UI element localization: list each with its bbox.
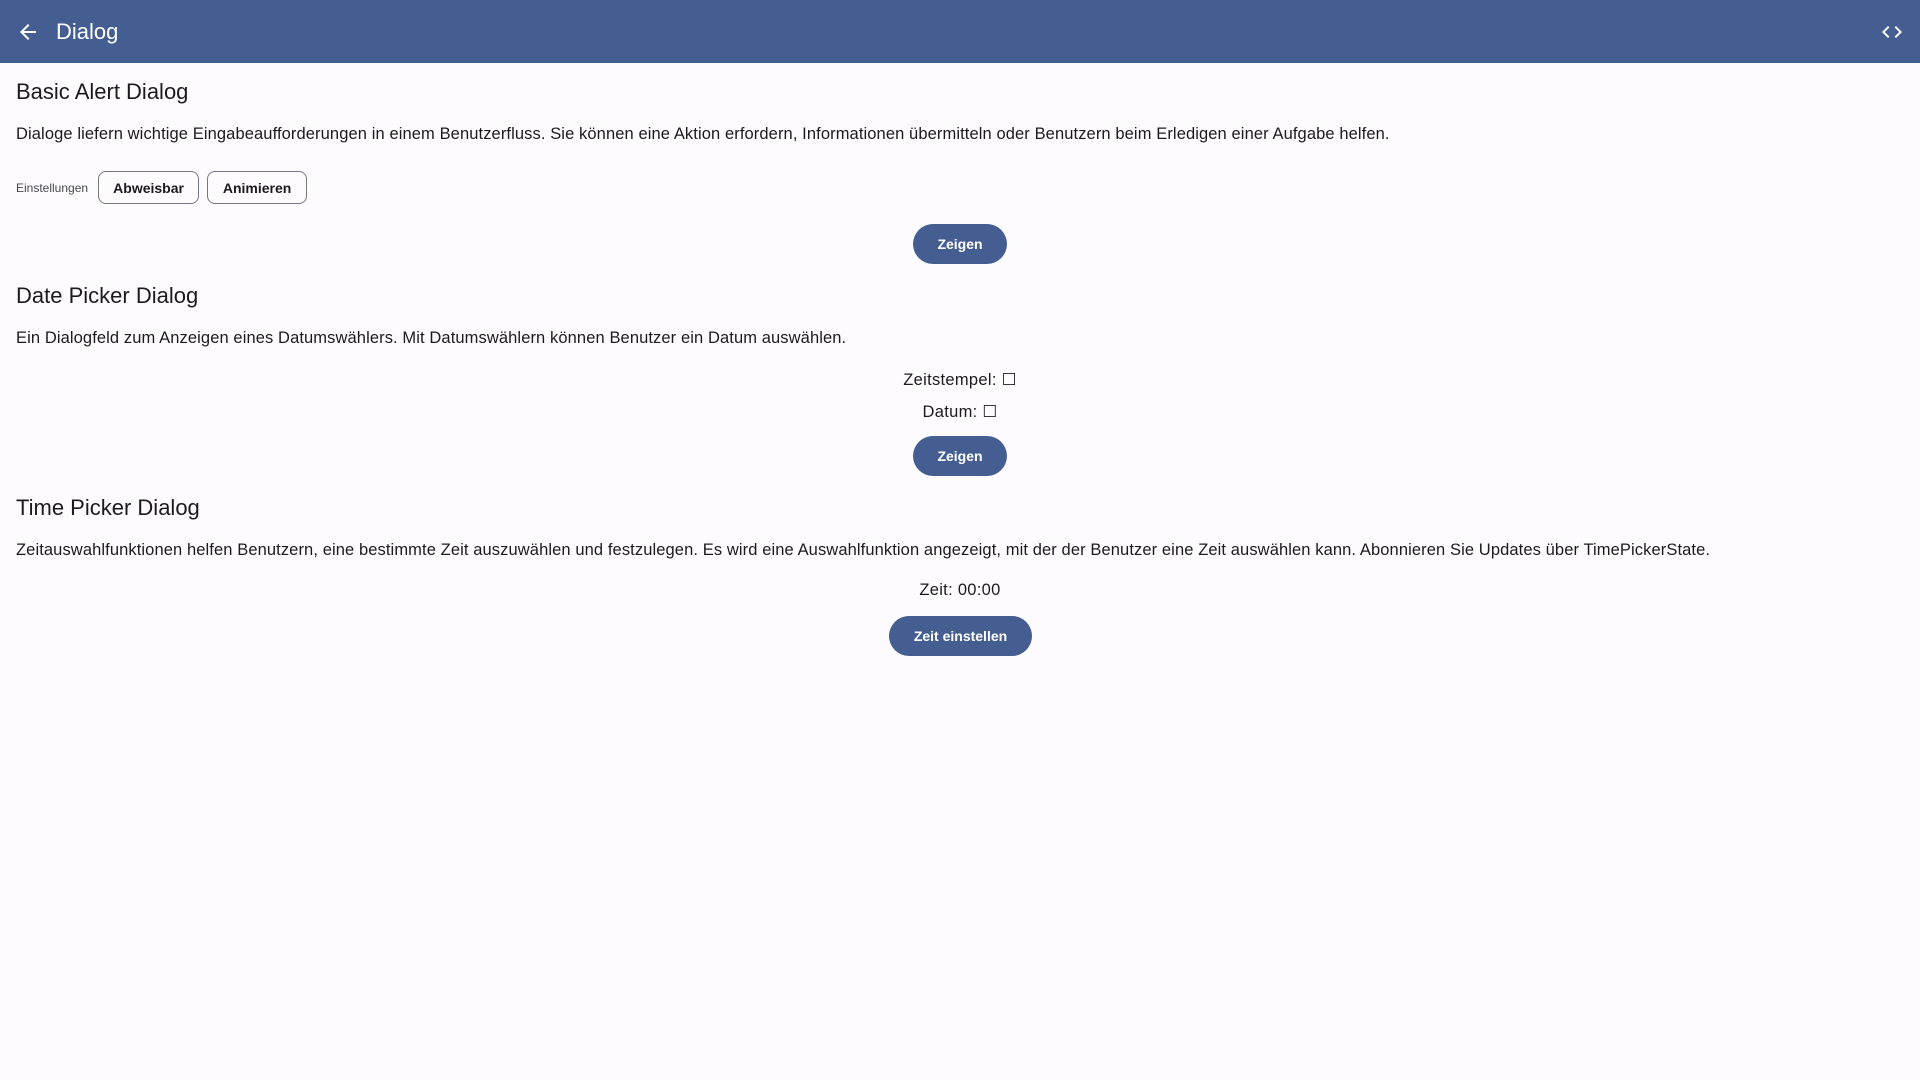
code-icon: [1882, 26, 1902, 38]
settings-row: Einstellungen Abweisbar Animieren: [16, 171, 315, 204]
timestamp-value: Zeitstempel: ☐: [903, 371, 1017, 389]
show-basic-alert-button[interactable]: Zeigen: [913, 224, 1007, 264]
basic-alert-description: Dialoge liefern wichtige Eingabeaufforde…: [16, 125, 1390, 143]
back-button[interactable]: [8, 12, 48, 52]
time-value: Zeit: 00:00: [919, 581, 1001, 599]
dismissible-chip[interactable]: Abweisbar: [98, 171, 200, 204]
set-time-button[interactable]: Zeit einstellen: [889, 616, 1032, 656]
arrow-back-icon: [20, 23, 36, 40]
basic-alert-title: Basic Alert Dialog: [16, 79, 189, 104]
show-date-picker-button[interactable]: Zeigen: [913, 436, 1007, 476]
date-value: Datum: ☐: [922, 403, 998, 421]
top-app-bar: Dialog: [0, 0, 1920, 63]
animate-chip[interactable]: Animieren: [207, 171, 308, 204]
time-picker-description: Zeitauswahlfunktionen helfen Benutzern, …: [16, 541, 1711, 559]
settings-label: Einstellungen: [16, 180, 89, 195]
date-picker-description: Ein Dialogfeld zum Anzeigen eines Datums…: [16, 329, 847, 347]
time-picker-title: Time Picker Dialog: [16, 495, 200, 520]
view-code-button[interactable]: [1872, 12, 1912, 52]
page-title: Dialog: [56, 18, 119, 44]
date-picker-title: Date Picker Dialog: [16, 283, 199, 308]
